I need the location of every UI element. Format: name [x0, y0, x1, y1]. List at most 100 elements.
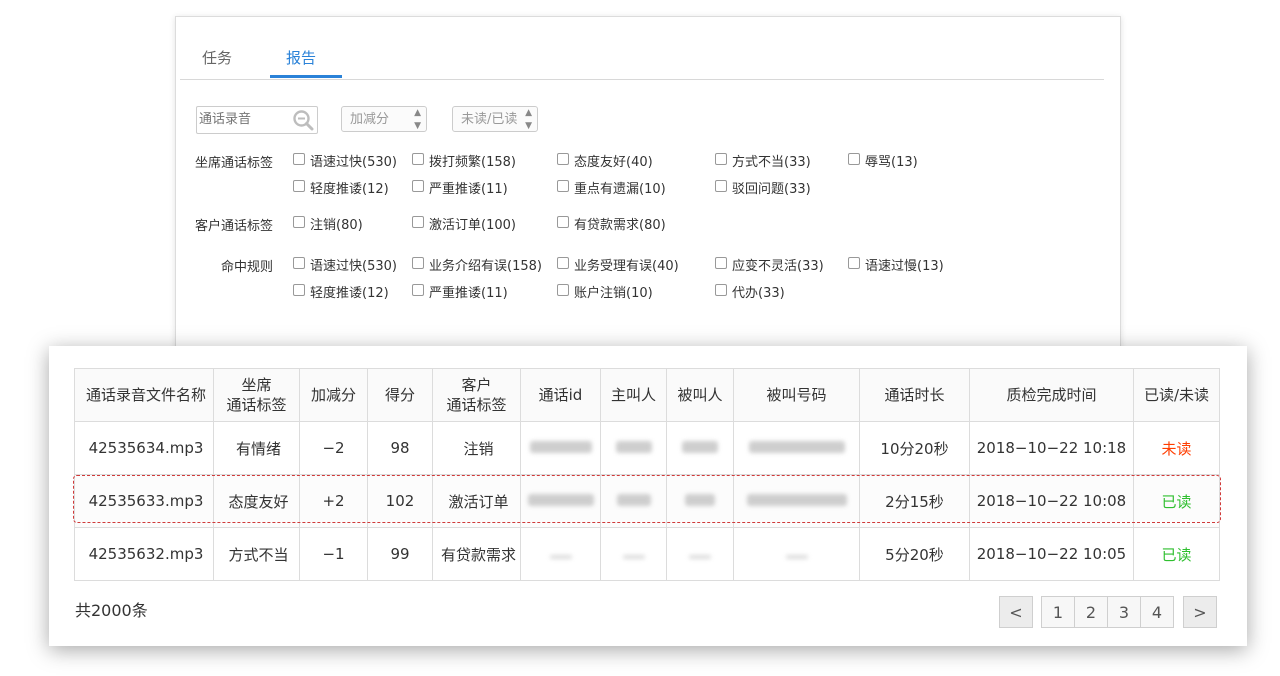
tag-checkbox[interactable]: 辱骂(13)	[848, 151, 918, 170]
tag-checkbox[interactable]: 方式不当(33)	[715, 151, 811, 170]
checkbox-icon[interactable]	[412, 257, 424, 269]
table-row[interactable]: 42535633.mp3 态度友好 +2 102 激活订单 2分15秒 2018…	[74, 474, 1220, 528]
col-header-delta: 加减分	[299, 368, 368, 422]
redacted-value	[615, 441, 652, 453]
checkbox-icon[interactable]	[848, 153, 860, 165]
checkbox-icon[interactable]	[557, 180, 569, 192]
col-header-callee-number: 被叫号码	[733, 368, 860, 422]
checkbox-icon[interactable]	[412, 153, 424, 165]
tag-checkbox[interactable]: 语速过快(530)	[293, 151, 397, 170]
rule-checkbox[interactable]: 语速过快(530)	[293, 255, 397, 274]
call-id-cell	[520, 421, 601, 475]
rule-checkbox[interactable]: 轻度推诿(12)	[293, 282, 389, 301]
page-1-button[interactable]: 1	[1041, 596, 1075, 628]
redacted-value	[549, 555, 572, 559]
checkbox-icon[interactable]	[293, 216, 305, 228]
finished-time-cell: 2018−10−22 10:08	[969, 474, 1134, 528]
agent-tag-cell: 态度友好	[213, 474, 300, 528]
rule-checkbox[interactable]: 语速过慢(13)	[848, 255, 944, 274]
table-header-row: 通话录音文件名称 坐席 通话标签 加减分 得分 客户 通话标签 通话id 主叫人 被…	[74, 368, 1220, 422]
read-status-cell: 未读	[1133, 421, 1220, 475]
tag-checkbox[interactable]: 态度友好(40)	[557, 151, 653, 170]
matched-rules-label: 命中规则	[221, 260, 274, 275]
customer-tag-cell: 有贷款需求	[432, 527, 521, 581]
checkbox-icon[interactable]	[293, 284, 305, 296]
tag-checkbox[interactable]: 激活订单(100)	[412, 214, 516, 233]
col-header-read-status: 已读/未读	[1133, 368, 1220, 422]
tag-checkbox[interactable]: 严重推诿(11)	[412, 178, 508, 197]
tag-checkbox[interactable]: 轻度推诿(12)	[293, 178, 389, 197]
prev-page-button[interactable]: <	[999, 596, 1033, 628]
checkbox-icon[interactable]	[412, 216, 424, 228]
customer-tag-cell: 激活订单	[432, 474, 521, 528]
agent-tag-cell: 方式不当	[213, 527, 300, 581]
redacted-value	[622, 555, 645, 559]
checkbox-icon[interactable]	[557, 216, 569, 228]
checkbox-icon[interactable]	[412, 180, 424, 192]
rule-checkbox[interactable]: 应变不灵活(33)	[715, 255, 824, 274]
file-name-cell[interactable]: 42535632.mp3	[74, 527, 214, 581]
checkbox-icon[interactable]	[715, 153, 727, 165]
redacted-value	[689, 555, 711, 559]
rule-checkbox[interactable]: 代办(33)	[715, 282, 785, 301]
callee-cell	[666, 474, 734, 528]
redacted-value	[529, 441, 592, 453]
delta-cell: +2	[299, 474, 368, 528]
col-header-call-id: 通话id	[520, 368, 601, 422]
checkbox-icon[interactable]	[848, 257, 860, 269]
callee-number-cell	[733, 527, 860, 581]
col-header-caller: 主叫人	[600, 368, 667, 422]
delta-cell: −1	[299, 527, 368, 581]
tag-checkbox[interactable]: 注销(80)	[293, 214, 363, 233]
redacted-value	[746, 494, 847, 506]
agent-tag-label: 坐席通话标签	[195, 156, 274, 171]
caller-cell	[600, 421, 667, 475]
col-header-duration: 通话时长	[859, 368, 970, 422]
table-row[interactable]: 42535632.mp3 方式不当 −1 99 有贷款需求 5分20秒 2018…	[74, 527, 1220, 581]
tag-checkbox[interactable]: 有贷款需求(80)	[557, 214, 666, 233]
read-status-cell: 已读	[1133, 474, 1220, 528]
col-header-agent-tag: 坐席 通话标签	[213, 368, 300, 422]
tag-checkbox[interactable]: 驳回问题(33)	[715, 178, 811, 197]
redacted-value	[785, 555, 808, 559]
col-header-callee: 被叫人	[666, 368, 734, 422]
checkbox-icon[interactable]	[715, 180, 727, 192]
file-name-cell[interactable]: 42535634.mp3	[74, 421, 214, 475]
file-name-cell[interactable]: 42535633.mp3	[74, 474, 214, 528]
checkbox-icon[interactable]	[293, 257, 305, 269]
tag-checkbox[interactable]: 拨打频繁(158)	[412, 151, 516, 170]
tag-checkbox[interactable]: 重点有遗漏(10)	[557, 178, 666, 197]
checkbox-icon[interactable]	[293, 153, 305, 165]
report-panel: 任务 报告 加减分 ▲▼ 未读/已读 ▲▼ 坐席通话标签 语速过快(530) 拨…	[175, 16, 1121, 378]
checkbox-icon[interactable]	[557, 284, 569, 296]
table-row[interactable]: 42535634.mp3 有情绪 −2 98 注销 10分20秒 2018−10…	[74, 421, 1220, 475]
checkbox-icon[interactable]	[557, 257, 569, 269]
rule-checkbox[interactable]: 业务介绍有误(158)	[412, 255, 542, 274]
customer-tag-label: 客户通话标签	[195, 219, 274, 234]
read-status-cell: 已读	[1133, 527, 1220, 581]
page-3-button[interactable]: 3	[1107, 596, 1141, 628]
agent-tag-cell: 有情绪	[213, 421, 300, 475]
customer-tag-cell: 注销	[432, 421, 521, 475]
total-count: 共2000条	[75, 601, 148, 620]
checkbox-icon[interactable]	[557, 153, 569, 165]
checkbox-icon[interactable]	[293, 180, 305, 192]
col-header-customer-tag: 客户 通话标签	[432, 368, 521, 422]
rule-checkbox[interactable]: 业务受理有误(40)	[557, 255, 679, 274]
results-table: 通话录音文件名称 坐席 通话标签 加减分 得分 客户 通话标签 通话id 主叫人 被…	[74, 368, 1220, 581]
finished-time-cell: 2018−10−22 10:18	[969, 421, 1134, 475]
checkbox-icon[interactable]	[412, 284, 424, 296]
redacted-value	[748, 441, 845, 453]
page-4-button[interactable]: 4	[1140, 596, 1174, 628]
col-header-file: 通话录音文件名称	[74, 368, 214, 422]
rule-checkbox[interactable]: 严重推诿(11)	[412, 282, 508, 301]
call-id-cell	[520, 527, 601, 581]
checkbox-icon[interactable]	[715, 257, 727, 269]
checkbox-icon[interactable]	[715, 284, 727, 296]
callee-number-cell	[733, 474, 860, 528]
delta-cell: −2	[299, 421, 368, 475]
page-2-button[interactable]: 2	[1074, 596, 1108, 628]
next-page-button[interactable]: >	[1183, 596, 1217, 628]
callee-cell	[666, 527, 734, 581]
rule-checkbox[interactable]: 账户注销(10)	[557, 282, 653, 301]
